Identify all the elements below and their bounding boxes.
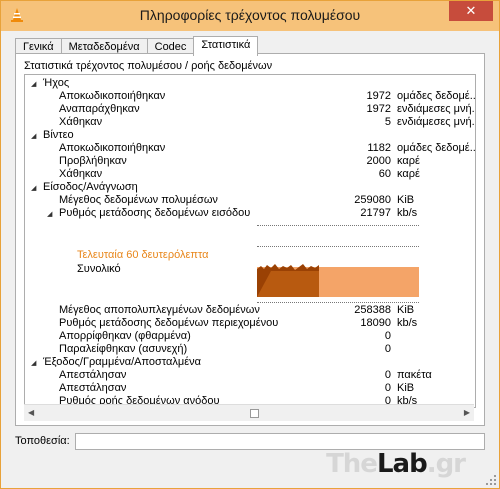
graph-divider <box>257 225 419 226</box>
group-output-label: Έξοδος/Γραμμένα/Αποσταλμένα <box>43 356 201 368</box>
row-value: 1972 <box>366 90 391 102</box>
row-label: Αποκωδικοποιήθηκαν <box>59 142 166 154</box>
graph-divider <box>257 302 419 303</box>
row-value: 2000 <box>366 155 391 167</box>
watermark-part: Lab <box>376 449 428 479</box>
title-bar: Πληροφορίες τρέχοντος πολυμέσου ✕ <box>1 1 499 31</box>
watermark-part: .gr <box>426 449 466 479</box>
row-label: Προβλήθηκαν <box>59 155 127 167</box>
tab-statistics[interactable]: Στατιστικά <box>193 36 259 56</box>
row-label: Χάθηκαν <box>59 168 103 180</box>
watermark-part: The <box>326 449 378 479</box>
row-unit: καρέ <box>397 155 420 167</box>
collapse-arrow-icon[interactable]: ◢ <box>31 80 36 88</box>
row-label: Απεστάλησαν <box>59 382 127 394</box>
row-value: 1182 <box>367 142 391 154</box>
row-value: 0 <box>384 343 391 355</box>
close-button[interactable]: ✕ <box>449 1 493 21</box>
collapse-arrow-icon[interactable]: ◢ <box>31 359 36 367</box>
row-label: Μέγεθος αποπολυπλεγμένων δεδομένων <box>59 304 260 316</box>
row-label: Αποκωδικοποιήθηκαν <box>59 90 166 102</box>
row-value: 0 <box>384 369 391 381</box>
row-value: 0 <box>384 382 391 394</box>
row-label: Ρυθμός μετάδοσης δεδομένων περιεχομένου <box>59 317 279 329</box>
row-label: Απεστάλησαν <box>59 369 127 381</box>
statistics-tree[interactable]: ◢ Ήχος Αποκωδικοποιήθηκαν 1972 ομάδες δε… <box>24 74 476 408</box>
row-label: Απορρίφθηκαν (φθαρμένα) <box>59 330 191 342</box>
collapse-arrow-icon[interactable]: ◢ <box>31 184 36 192</box>
group-input-label: Είσοδος/Ανάγνωση <box>43 181 138 193</box>
row-value: 0 <box>384 330 391 342</box>
thelab-watermark-logo: TheLab.gr <box>326 449 466 479</box>
graph-last60-label: Τελευταία 60 δευτερόλεπτα <box>77 249 209 261</box>
scroll-left-icon[interactable]: ◀ <box>28 408 34 417</box>
row-label: Παραλείφθηκαν (ασυνεχή) <box>59 343 188 355</box>
row-value: 1972 <box>366 103 391 115</box>
row-unit: ομάδες δεδομέ... <box>397 90 476 102</box>
row-unit: ενδιάμεσες μνή... <box>397 116 476 128</box>
collapse-arrow-icon[interactable]: ◢ <box>47 210 52 218</box>
row-label: Μέγεθος δεδομένων πολυμέσων <box>59 194 218 206</box>
collapse-arrow-icon[interactable]: ◢ <box>31 132 36 140</box>
row-unit: KiB <box>397 382 415 394</box>
row-label: Χάθηκαν <box>59 116 103 128</box>
row-unit: ομάδες δεδομέ... <box>397 142 476 154</box>
row-unit: kb/s <box>397 317 418 329</box>
row-unit: πακέτα <box>397 369 432 381</box>
horizontal-scrollbar[interactable]: ◀ ▶ <box>24 404 474 421</box>
graph-total-label: Συνολικό <box>77 263 121 275</box>
scroll-thumb[interactable] <box>250 409 259 418</box>
row-value: 5 <box>384 116 391 128</box>
media-info-window: Πληροφορίες τρέχοντος πολυμέσου ✕ Γενικά… <box>0 0 500 489</box>
resize-grip-icon[interactable] <box>485 474 497 486</box>
row-value: 18090 <box>360 317 391 329</box>
location-label: Τοποθεσία: <box>15 435 70 447</box>
row-label: Αναπαράχθηκαν <box>59 103 140 115</box>
bitrate-graph <box>257 264 419 297</box>
row-value: 259080 <box>354 194 391 206</box>
row-unit: kb/s <box>397 207 418 219</box>
row-value: 258388 <box>354 304 391 316</box>
row-value: 21797 <box>360 207 391 219</box>
window-title: Πληροφορίες τρέχοντος πολυμέσου <box>139 7 361 23</box>
tab-bar: Γενικά Μεταδεδομένα Codec Στατιστικά <box>15 36 259 56</box>
graph-divider <box>257 246 419 247</box>
group-audio-label: Ήχος <box>43 77 70 89</box>
statistics-panel: Στατιστικά τρέχοντος πολυμέσου / ροής δε… <box>15 53 485 426</box>
row-value: 60 <box>378 168 391 180</box>
row-label: Ρυθμός μετάδοσης δεδομένων εισόδου <box>59 207 251 219</box>
row-unit: ενδιάμεσες μνή... <box>397 103 476 115</box>
row-unit: KiB <box>397 304 415 316</box>
group-video-label: Βίντεο <box>43 129 74 141</box>
row-unit: καρέ <box>397 168 420 180</box>
scroll-right-icon[interactable]: ▶ <box>464 408 470 417</box>
location-field[interactable] <box>75 433 485 450</box>
panel-heading: Στατιστικά τρέχοντος πολυμέσου / ροής δε… <box>24 60 273 72</box>
row-unit: KiB <box>397 194 415 206</box>
